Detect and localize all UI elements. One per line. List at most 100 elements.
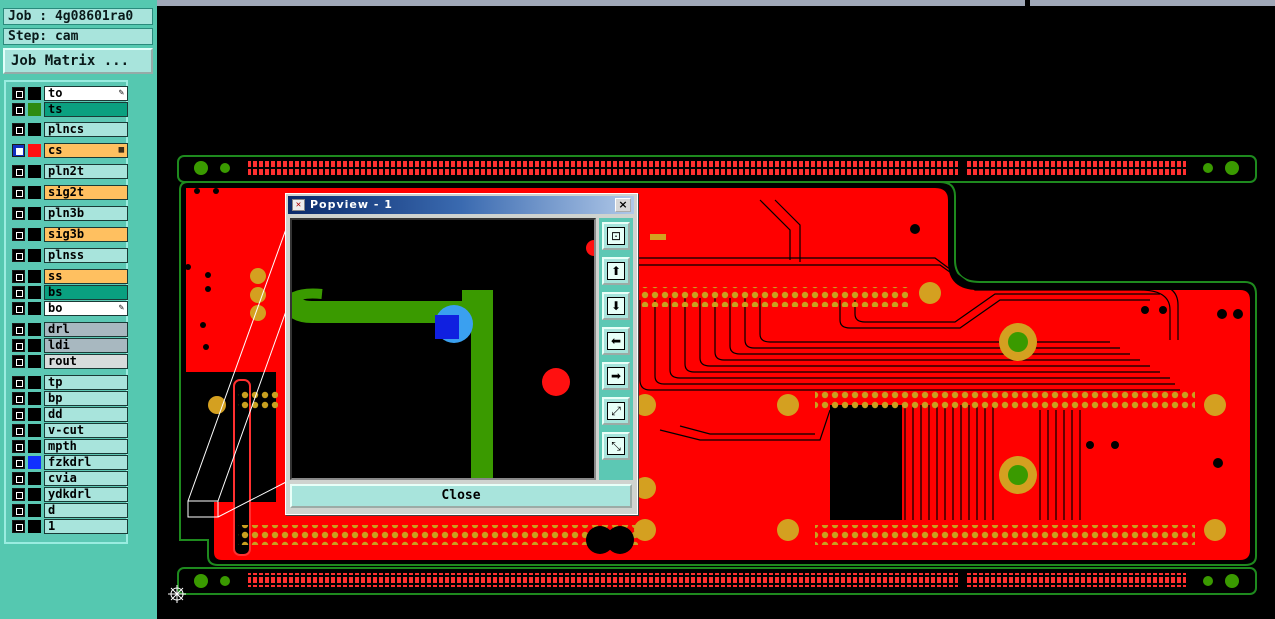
layer-color-swatch[interactable] [28,228,41,241]
layer-name-fzkdrl[interactable]: fzkdrl [44,455,128,470]
popview-titlebar[interactable]: ✕ Popview - 1 × [288,196,634,214]
layer-checkbox[interactable] [12,123,25,136]
layer-name-d[interactable]: d [44,503,128,518]
layer-color-swatch[interactable] [28,355,41,368]
layer-row-dd[interactable]: dd [10,407,128,422]
layer-row-ldi[interactable]: ldi [10,338,128,353]
layer-row-tp[interactable]: tp [10,375,128,390]
layer-row-sig3b[interactable]: sig3b [10,227,128,242]
layer-row-bo[interactable]: bo ✎ [10,301,128,316]
layer-name-tp[interactable]: tp [44,375,128,390]
layer-checkbox[interactable] [12,302,25,315]
layer-row-rout[interactable]: rout [10,354,128,369]
layer-row-cs[interactable]: cs ▦ [10,143,128,158]
layer-checkbox[interactable] [12,408,25,421]
layer-name-mpth[interactable]: mpth [44,439,128,454]
layer-checkbox[interactable] [12,249,25,262]
popview-viewport[interactable] [290,218,596,480]
layer-name-plncs[interactable]: plncs [44,122,128,137]
layer-checkbox[interactable] [12,286,25,299]
layer-color-swatch[interactable] [28,165,41,178]
layer-checkbox[interactable] [12,424,25,437]
layer-row-fzkdrl[interactable]: fzkdrl [10,455,128,470]
layer-color-swatch[interactable] [28,392,41,405]
layer-checkbox[interactable] [12,440,25,453]
layer-color-swatch[interactable] [28,270,41,283]
layer-color-swatch[interactable] [28,123,41,136]
layer-checkbox[interactable] [12,144,25,157]
layer-color-swatch[interactable] [28,286,41,299]
layer-row-pln2t[interactable]: pln2t [10,164,128,179]
layer-row-bp[interactable]: bp [10,391,128,406]
layer-color-swatch[interactable] [28,376,41,389]
layer-checkbox[interactable] [12,323,25,336]
layer-checkbox[interactable] [12,270,25,283]
zoom-in-button[interactable]: ⤢ [602,397,630,425]
layer-checkbox[interactable] [12,472,25,485]
layer-color-swatch[interactable] [28,504,41,517]
layer-name-rout[interactable]: rout [44,354,128,369]
layer-row-bs[interactable]: bs [10,285,128,300]
layer-checkbox[interactable] [12,392,25,405]
layer-name-pln2t[interactable]: pln2t [44,164,128,179]
layer-color-swatch[interactable] [28,144,41,157]
layer-color-swatch[interactable] [28,472,41,485]
layer-color-swatch[interactable] [28,207,41,220]
layer-name-v-cut[interactable]: v-cut [44,423,128,438]
layer-checkbox[interactable] [12,488,25,501]
layer-color-swatch[interactable] [28,456,41,469]
zoom-out-button[interactable]: ⤡ [602,432,630,460]
layer-color-swatch[interactable] [28,440,41,453]
layer-checkbox[interactable] [12,456,25,469]
layer-checkbox[interactable] [12,228,25,241]
layer-checkbox[interactable] [12,339,25,352]
layer-row-1[interactable]: 1 [10,519,128,534]
layer-name-sig3b[interactable]: sig3b [44,227,128,242]
pan-left-button[interactable]: ⬅ [602,327,630,355]
layer-checkbox[interactable] [12,355,25,368]
layer-color-swatch[interactable] [28,249,41,262]
layer-name-ts[interactable]: ts [44,102,128,117]
layer-color-swatch[interactable] [28,520,41,533]
zoom-window-button[interactable]: ⊡ [602,222,630,250]
layer-row-ts[interactable]: ts [10,102,128,117]
layer-color-swatch[interactable] [28,408,41,421]
layer-row-ydkdrl[interactable]: ydkdrl [10,487,128,502]
layer-name-plnss[interactable]: plnss [44,248,128,263]
layer-color-swatch[interactable] [28,87,41,100]
layer-checkbox[interactable] [12,504,25,517]
layer-color-swatch[interactable] [28,186,41,199]
layer-name-cvia[interactable]: cvia [44,471,128,486]
layer-row-to[interactable]: to ✎ [10,86,128,101]
layer-row-mpth[interactable]: mpth [10,439,128,454]
layer-name-bs[interactable]: bs [44,285,128,300]
layer-row-cvia[interactable]: cvia [10,471,128,486]
layer-name-pln3b[interactable]: pln3b [44,206,128,221]
layer-name-ydkdrl[interactable]: ydkdrl [44,487,128,502]
pan-right-button[interactable]: ➡ [602,362,630,390]
layer-name-cs[interactable]: cs ▦ [44,143,128,158]
layer-color-swatch[interactable] [28,103,41,116]
layer-color-swatch[interactable] [28,488,41,501]
layer-row-plnss[interactable]: plnss [10,248,128,263]
layer-row-v-cut[interactable]: v-cut [10,423,128,438]
layer-name-ss[interactable]: ss [44,269,128,284]
layer-row-drl[interactable]: drl [10,322,128,337]
layer-checkbox[interactable] [12,207,25,220]
layer-name-sig2t[interactable]: sig2t [44,185,128,200]
layer-color-swatch[interactable] [28,339,41,352]
layer-checkbox[interactable] [12,520,25,533]
layer-row-plncs[interactable]: plncs [10,122,128,137]
layer-row-pln3b[interactable]: pln3b [10,206,128,221]
job-matrix-button[interactable]: Job Matrix ... [3,48,153,74]
layer-name-to[interactable]: to ✎ [44,86,128,101]
layer-name-bp[interactable]: bp [44,391,128,406]
layer-color-swatch[interactable] [28,323,41,336]
layer-row-d[interactable]: d [10,503,128,518]
layer-name-bo[interactable]: bo ✎ [44,301,128,316]
layer-checkbox[interactable] [12,103,25,116]
pan-up-button[interactable]: ⬆ [602,257,630,285]
layer-name-1[interactable]: 1 [44,519,128,534]
layer-row-ss[interactable]: ss [10,269,128,284]
layer-color-swatch[interactable] [28,302,41,315]
